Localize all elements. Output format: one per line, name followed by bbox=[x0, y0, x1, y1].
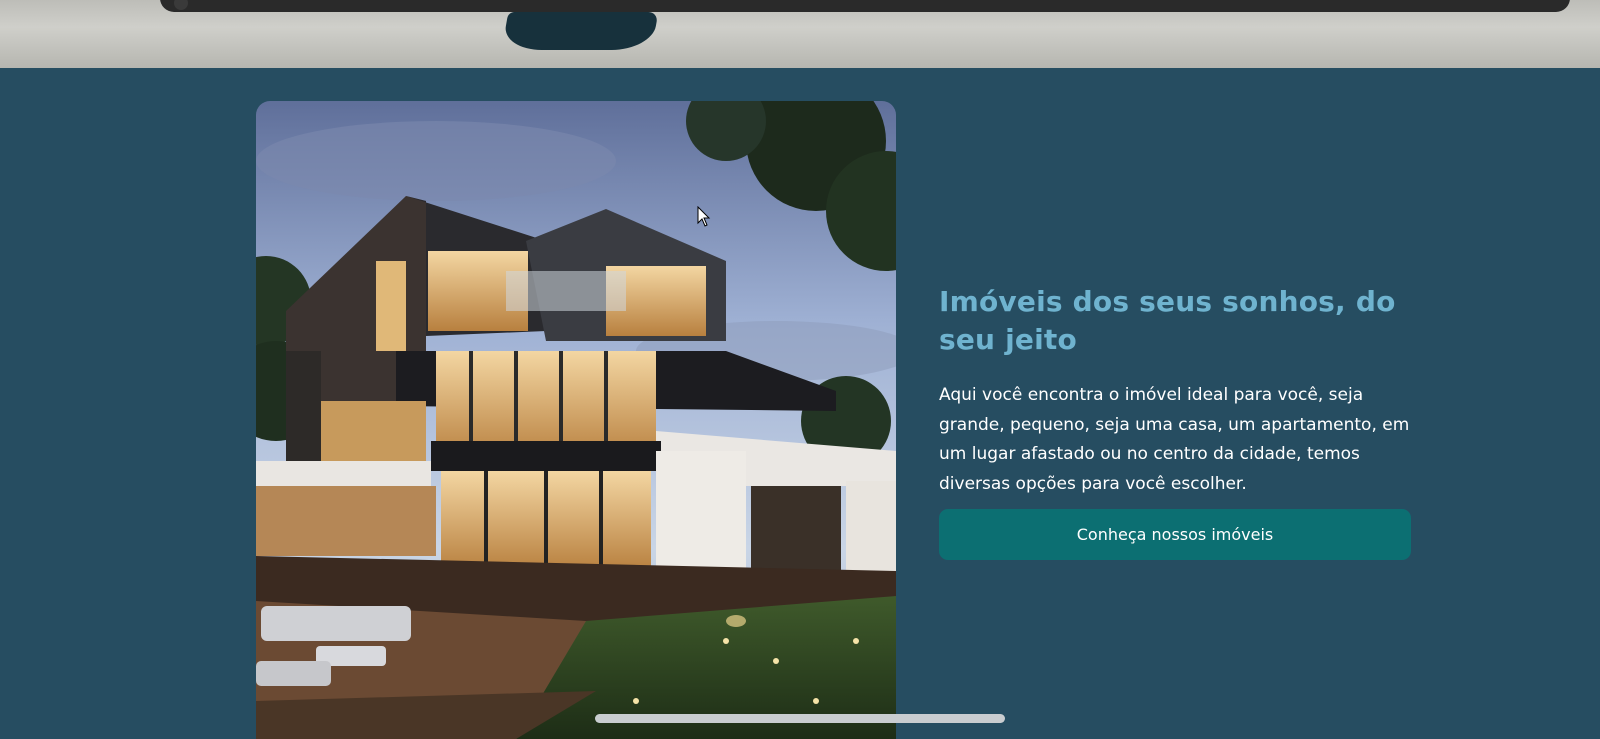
browser-address-bar[interactable] bbox=[160, 0, 1570, 12]
browser-top-area bbox=[0, 0, 1600, 68]
see-properties-button[interactable]: Conheça nossos imóveis bbox=[939, 509, 1411, 560]
address-bar-dot-icon bbox=[174, 0, 188, 10]
scroll-indicator[interactable] bbox=[595, 714, 1005, 723]
modern-house-photo-icon bbox=[256, 101, 896, 739]
house-photo bbox=[256, 101, 896, 739]
background-shape bbox=[501, 12, 659, 50]
mouse-cursor-icon bbox=[697, 206, 711, 227]
hero-headline: Imóveis dos seus sonhos, do seu jeito bbox=[939, 285, 1396, 356]
hero-description: Aqui você encontra o imóvel ideal para v… bbox=[939, 385, 1410, 494]
hero-text-block: Imóveis dos seus sonhos, do seu jeito Aq… bbox=[939, 283, 1419, 499]
